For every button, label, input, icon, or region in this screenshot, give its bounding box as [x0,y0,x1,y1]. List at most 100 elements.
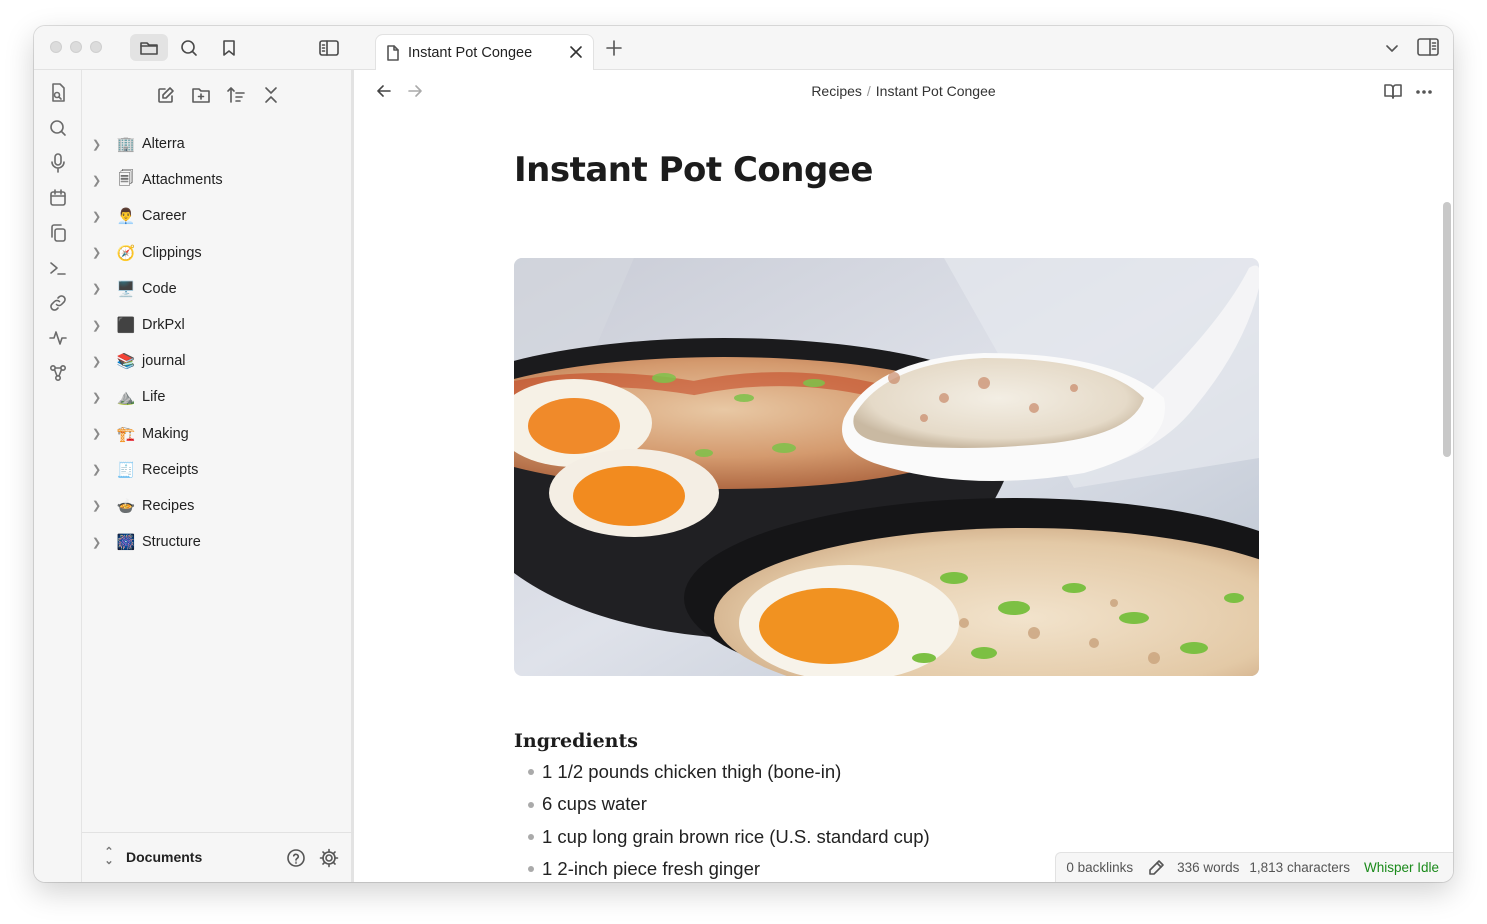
folder-item[interactable]: ❯ 🎆 Structure [82,524,354,560]
chevron-right-icon[interactable]: ❯ [92,427,102,440]
list-item[interactable]: 1 cup long grain brown rice (U.S. standa… [528,821,930,853]
help-button[interactable] [285,847,307,869]
folder-emoji-icon: 🧾 [116,461,136,479]
search-button[interactable] [47,117,69,139]
help-icon [286,848,306,868]
folder-tree: ❯ 🏢 Alterra ❯ 🗐 Attachments ❯ 👨‍💼 Career ❯ 🧭 Clippi… [82,126,354,560]
note-scrollbar[interactable] [1443,202,1451,457]
chevron-right-icon[interactable]: ❯ [92,138,102,151]
new-note-button[interactable] [153,82,179,108]
link-icon [49,294,67,312]
folder-emoji-icon: 🏗️ [116,425,136,443]
folder-item[interactable]: ❯ ⬛ DrkPxl [82,307,354,343]
chevron-right-icon[interactable]: ❯ [92,210,102,223]
collapse-sidebar-button[interactable] [310,34,348,61]
backlinks-count[interactable]: 0 backlinks [1066,860,1133,875]
chevron-right-icon[interactable]: ❯ [92,174,102,187]
folder-label: Receipts [142,461,199,478]
chevron-right-icon[interactable]: ❯ [92,391,102,404]
chevrons-collapse-icon [263,86,279,104]
folder-item[interactable]: ❯ 👨‍💼 Career [82,198,354,234]
chevron-right-icon[interactable]: ❯ [92,536,102,549]
character-count: 1,813 characters [1249,860,1350,875]
folder-label: Alterra [142,136,185,153]
tab-list-button[interactable] [1382,38,1402,58]
chevron-right-icon[interactable]: ❯ [92,499,102,512]
settings-button[interactable] [318,847,340,869]
files-view-button[interactable] [130,34,168,61]
close-window-button[interactable] [50,41,62,53]
folder-item[interactable]: ❯ 🍲 Recipes [82,488,354,524]
status-bar: 0 backlinks 336 words 1,813 characters W… [1055,852,1453,882]
chevrons-up-down-icon: ⌃ ⌄ [104,846,114,867]
breadcrumb-parent[interactable]: Recipes [811,83,862,99]
file-search-icon [49,83,67,103]
chevron-down-icon [1382,38,1402,58]
graph-view-button[interactable] [47,362,69,384]
pencil-icon[interactable] [1147,859,1165,877]
search-view-button[interactable] [170,34,208,61]
search-icon [180,39,198,57]
folder-label: journal [142,353,186,370]
chevron-right-icon[interactable]: ❯ [92,319,102,332]
chevron-right-icon[interactable]: ❯ [92,463,102,476]
chevron-right-icon[interactable]: ❯ [92,246,102,259]
reading-view-button[interactable] [1383,82,1403,102]
new-folder-button[interactable] [188,82,214,108]
close-tab-icon[interactable] [569,45,583,59]
folder-icon [139,39,159,57]
calendar-icon [49,189,67,207]
ingredient-text: 1 cup long grain brown rice (U.S. standa… [542,825,930,847]
note-title[interactable]: Instant Pot Congee [514,150,873,190]
whisper-status[interactable]: Whisper Idle [1364,860,1439,875]
daily-note-button[interactable] [47,187,69,209]
list-item[interactable]: 1 2-inch piece fresh ginger [528,853,930,882]
chevron-right-icon[interactable]: ❯ [92,282,102,295]
list-item[interactable]: 6 cups water [528,788,930,820]
toggle-right-sidebar-button[interactable] [1417,38,1439,58]
congee-photo [514,258,1259,676]
folder-item[interactable]: ❯ 🗐 Attachments [82,162,354,198]
tab-bar: Instant Pot Congee [354,26,1453,71]
zoom-window-button[interactable] [90,41,102,53]
vault-switcher[interactable]: ⌃ ⌄ Documents [102,846,203,867]
app-window: ❯ 🏢 Alterra ❯ 🗐 Attachments ❯ 👨‍💼 Career ❯ 🧭 Clippi… [34,26,1453,882]
templates-button[interactable] [47,222,69,244]
folder-label: Clippings [142,244,202,261]
folder-item[interactable]: ❯ 🏗️ Making [82,416,354,452]
folder-plus-icon [191,86,211,104]
more-options-button[interactable] [1414,82,1434,102]
folder-label: Attachments [142,172,223,189]
tab-instant-pot-congee[interactable]: Instant Pot Congee [375,34,594,71]
folder-emoji-icon: 🗐 [118,169,134,187]
search-icon [49,119,67,137]
tab-title: Instant Pot Congee [408,45,533,61]
bookmarks-view-button[interactable] [210,34,248,61]
folder-item[interactable]: ❯ 🧭 Clippings [82,235,354,271]
folder-item[interactable]: ❯ ⛰️ Life [82,379,354,415]
breadcrumb-current[interactable]: Instant Pot Congee [876,83,996,99]
graph-icon [49,364,67,382]
folder-emoji-icon: 📚 [116,353,136,371]
word-count: 336 words [1177,860,1240,875]
collapse-all-button[interactable] [258,82,284,108]
list-item[interactable]: 1 1/2 pounds chicken thigh (bone-in) [528,756,930,788]
vault-name: Documents [126,849,203,865]
command-palette-button[interactable] [47,257,69,279]
ingredient-text: 6 cups water [542,793,647,815]
links-button[interactable] [47,292,69,314]
new-tab-button[interactable] [605,39,623,57]
chevron-right-icon[interactable]: ❯ [92,355,102,368]
note-content[interactable]: Instant Pot Congee Ingredients 1 1/2 pou… [354,112,1453,882]
change-sort-order-button[interactable] [223,82,249,108]
folder-item[interactable]: ❯ 🏢 Alterra [82,126,354,162]
record-audio-button[interactable] [47,152,69,174]
folder-item[interactable]: ❯ 📚 journal [82,343,354,379]
activity-button[interactable] [47,327,69,349]
folder-emoji-icon: 🎆 [116,534,136,552]
section-heading[interactable]: Ingredients [514,730,638,752]
minimize-window-button[interactable] [70,41,82,53]
folder-item[interactable]: ❯ 🖥️ Code [82,271,354,307]
folder-item[interactable]: ❯ 🧾 Receipts [82,452,354,488]
open-quick-switcher-button[interactable] [47,82,69,104]
